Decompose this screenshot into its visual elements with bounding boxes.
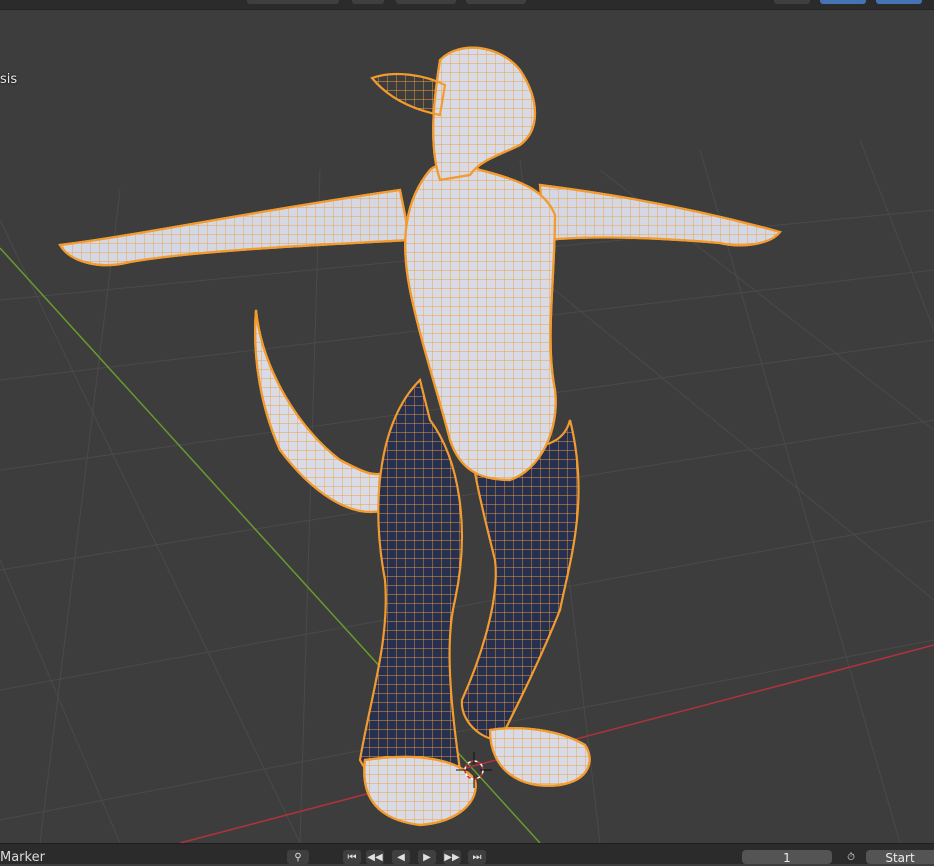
jump-end-icon[interactable]: ⏭ <box>468 850 486 864</box>
shading-toggle-active[interactable] <box>820 0 866 4</box>
header-toggle[interactable] <box>352 0 384 4</box>
3d-viewport[interactable]: sis <box>0 10 934 843</box>
timeline-header: Marker ⚲ ⏮ ◀◀ ◀ ▶ ▶▶ ⏭ 1 ⏱ Start <box>0 843 934 865</box>
header-button[interactable] <box>396 0 456 4</box>
current-frame-field[interactable]: 1 <box>742 850 832 865</box>
play-reverse-icon[interactable]: ◀ <box>392 850 410 864</box>
prev-keyframe-icon[interactable]: ◀◀ <box>366 850 384 864</box>
stopwatch-icon[interactable]: ⏱ <box>840 850 862 864</box>
next-keyframe-icon[interactable]: ▶▶ <box>443 850 461 864</box>
character-mesh <box>58 46 782 827</box>
overlay-toggle-active[interactable] <box>876 0 922 4</box>
header-button[interactable] <box>466 0 526 4</box>
header-button[interactable] <box>774 0 810 4</box>
play-icon[interactable]: ▶ <box>418 850 436 864</box>
viewport-overlay-text: sis <box>0 72 18 87</box>
search-icon[interactable]: ⚲ <box>287 850 309 864</box>
left-leg <box>358 377 463 793</box>
header-toolbar <box>0 0 934 10</box>
header-dropdown[interactable] <box>247 0 339 4</box>
start-frame-field[interactable]: Start <box>866 850 934 865</box>
viewport-scene <box>0 46 934 843</box>
jump-start-icon[interactable]: ⏮ <box>343 850 361 864</box>
ear <box>370 72 447 117</box>
